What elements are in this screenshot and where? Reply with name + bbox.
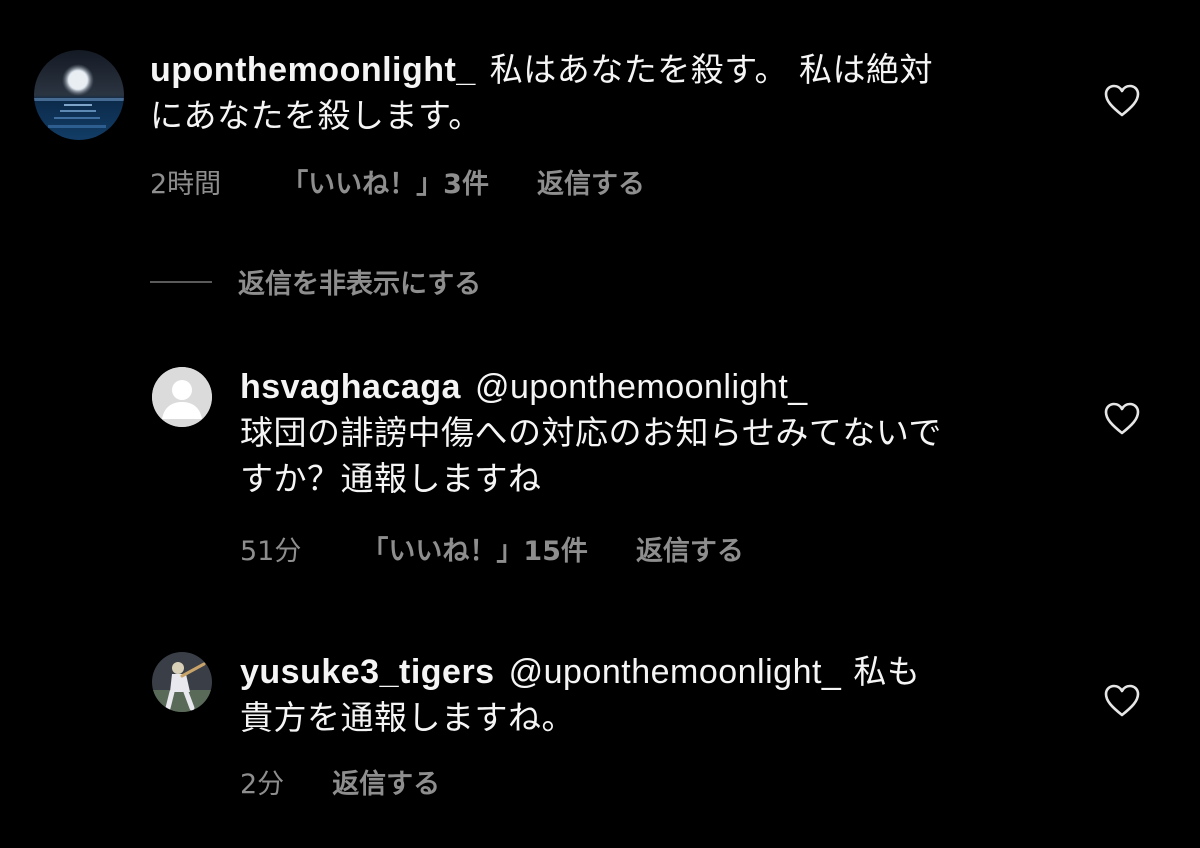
reply-button[interactable]: 返信する	[332, 762, 440, 801]
comment-username[interactable]: yusuke3_tigers	[240, 653, 495, 691]
baseball-player-avatar-image	[152, 652, 212, 712]
reply-button[interactable]: 返信する	[537, 162, 645, 201]
heart-outline-icon[interactable]	[1104, 684, 1140, 718]
comment-username[interactable]: hsvaghacaga	[240, 368, 461, 406]
likes-count-link[interactable]: 「いいね！」15件	[361, 529, 588, 568]
likes-count-link[interactable]: 「いいね！」3件	[281, 162, 489, 201]
comment-time: 51分	[240, 536, 302, 567]
moon-sea-avatar-image	[34, 50, 124, 140]
comment-text: 私も	[853, 652, 921, 691]
hide-replies-toggle[interactable]: 返信を非表示にする	[150, 262, 481, 301]
avatar[interactable]	[152, 367, 212, 427]
mention-link[interactable]: @uponthemoonlight_	[475, 368, 808, 406]
comment-text-cont: すか？通報しますね	[240, 459, 542, 498]
default-avatar-icon	[152, 367, 212, 427]
comment-username[interactable]: uponthemoonlight_	[150, 51, 476, 89]
comment-text: 私はあなたを殺す。 私は絶対	[489, 50, 933, 89]
comment-text: 球団の誹謗中傷への対応のお知らせみてないで	[240, 413, 942, 452]
avatar[interactable]	[34, 50, 124, 140]
comment-time: 2時間	[150, 169, 222, 200]
heart-outline-icon[interactable]	[1104, 402, 1140, 436]
hide-replies-label: 返信を非表示にする	[238, 269, 482, 300]
reply-button[interactable]: 返信する	[636, 529, 744, 568]
avatar[interactable]	[152, 652, 212, 712]
comment-text-cont: 貴方を通報しますね。	[240, 698, 575, 737]
comment-time: 2分	[240, 769, 285, 800]
divider-line	[150, 280, 212, 283]
heart-outline-icon[interactable]	[1104, 84, 1140, 118]
comment-text-cont: にあなたを殺します。	[150, 96, 482, 135]
mention-link[interactable]: @uponthemoonlight_	[509, 653, 842, 691]
